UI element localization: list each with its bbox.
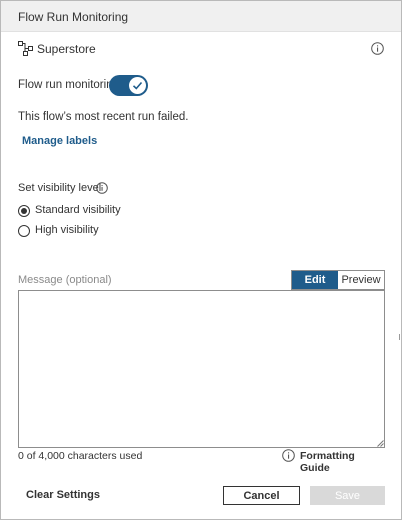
high-visibility-option[interactable]: High visibility <box>18 224 218 238</box>
info-icon[interactable] <box>371 42 384 55</box>
message-textarea[interactable] <box>18 290 385 448</box>
monitoring-toggle[interactable] <box>109 75 148 96</box>
monitoring-row: Flow run monitoring <box>18 75 218 97</box>
flow-icon <box>18 41 33 56</box>
info-icon <box>282 449 295 462</box>
toggle-knob <box>129 77 146 94</box>
dialog-titlebar: Flow Run Monitoring <box>1 1 401 32</box>
info-icon[interactable] <box>96 182 108 194</box>
edit-preview-toggle: Edit Preview <box>291 270 385 290</box>
formatting-guide-label: Formatting Guide <box>300 450 355 474</box>
standard-visibility-radio[interactable] <box>18 205 30 217</box>
tab-edit[interactable]: Edit <box>292 271 338 289</box>
monitoring-label: Flow run monitoring <box>18 79 119 91</box>
standard-visibility-option[interactable]: Standard visibility <box>18 204 218 218</box>
high-visibility-radio[interactable] <box>18 225 30 237</box>
message-label: Message (optional) <box>18 274 112 286</box>
save-button[interactable]: Save <box>310 486 385 505</box>
formatting-guide-link[interactable]: Formatting Guide <box>282 449 387 474</box>
radio-label: High visibility <box>35 224 99 236</box>
tab-preview[interactable]: Preview <box>338 271 384 289</box>
check-icon <box>132 81 143 90</box>
flow-name: Superstore <box>37 42 96 56</box>
dialog-title: Flow Run Monitoring <box>18 10 129 24</box>
visibility-label: Set visibility level <box>18 182 102 194</box>
radio-label: Standard visibility <box>35 204 121 216</box>
flow-header: Superstore <box>18 41 384 57</box>
manage-labels-link[interactable]: Manage labels <box>22 135 97 147</box>
visibility-label-row: Set visibility level <box>18 182 168 196</box>
run-status-text: This flow’s most recent run failed. <box>18 111 189 123</box>
clear-settings-button[interactable]: Clear Settings <box>26 489 100 501</box>
flow-run-monitoring-dialog: Flow Run Monitoring Superstore Flow run … <box>0 0 402 520</box>
character-count: 0 of 4,000 characters used <box>18 450 143 462</box>
cancel-button[interactable]: Cancel <box>223 486 300 505</box>
resize-grip-icon[interactable] <box>377 440 384 447</box>
